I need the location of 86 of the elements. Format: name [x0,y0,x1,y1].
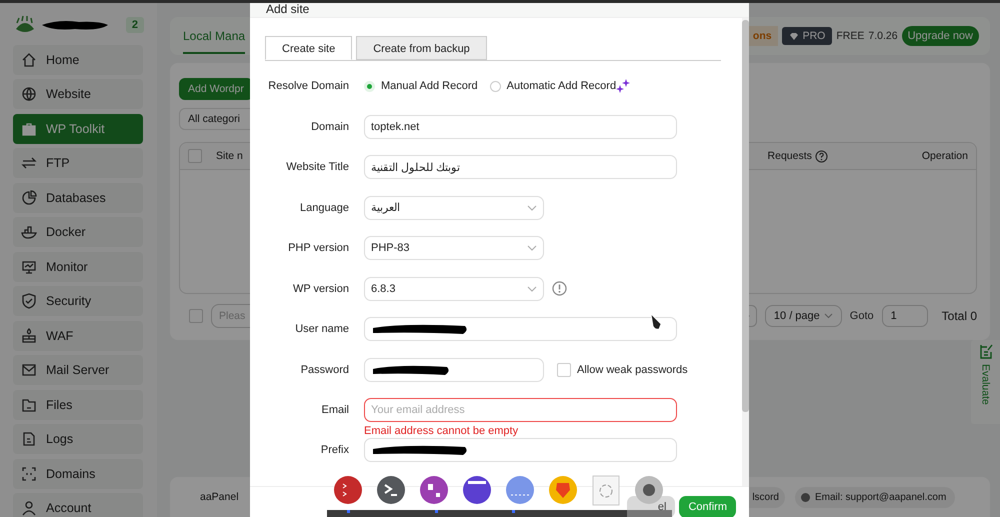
chevron-down-icon [527,286,537,292]
password-field[interactable] [364,358,544,382]
logo-icon [13,15,37,35]
firewall-icon [21,328,37,344]
tab[interactable]: Create site [265,36,352,60]
field-label: Email [320,403,349,418]
select-field[interactable]: العربية [364,196,544,220]
chevron-down-icon [527,245,537,251]
select-field[interactable]: PHP-83 [364,236,544,260]
tab[interactable]: Local Mana [183,18,246,54]
sidebar-item[interactable]: Docker [13,217,143,247]
chevron-down-icon [824,313,833,319]
total-label: Total 0 [942,309,977,323]
terminal-icon[interactable] [376,475,406,506]
column-header: Requests [768,150,812,162]
column-header: Operation [922,150,968,162]
briefcase-icon [21,120,37,136]
notification-badge: 2 [126,17,144,33]
text-field[interactable]: توبتك للحلول التقنية [364,155,677,179]
transfer-icon [21,155,37,171]
sidebar-item[interactable]: WP Toolkit [13,114,143,144]
text-field[interactable] [364,438,677,462]
evaluate-tab[interactable]: Evaluate [971,340,1000,424]
person-icon [21,500,37,516]
sidebar-item[interactable]: Databases [13,182,143,212]
field-label: User name [294,322,349,337]
sidebar-item[interactable]: WAF [13,320,143,350]
scrollbar[interactable] [742,18,749,486]
note-icon [978,344,992,359]
field-label: Language [299,200,349,216]
chevron-down-icon [527,204,537,210]
option-label[interactable]: Automatic Add Record [506,80,616,92]
sparkle-icon [616,79,630,93]
document-icon [21,431,37,447]
radio-button[interactable] [490,80,501,92]
page-input[interactable]: 1 [882,305,928,327]
field-label: Resolve Domain [267,79,349,94]
select-field[interactable]: 6.8.3 [364,276,544,300]
sidebar-item[interactable]: Logs [13,424,143,454]
diamond-icon [788,32,799,40]
field-label: PHP version [287,241,349,256]
envelope-icon [21,362,37,378]
error-message: Email address cannot be empty [364,424,520,438]
monitor-icon [21,258,37,274]
option-label[interactable]: Manual Add Record [381,80,478,92]
text-field[interactable]: toptek.net [364,114,677,138]
text-field[interactable] [364,317,677,341]
email-link[interactable]: Email: support@aapanel.com [795,486,955,508]
pointer-icon [649,313,663,331]
pro-badge[interactable]: PRO [782,27,832,45]
sidebar-item[interactable]: Monitor [13,252,143,282]
version-label: 7.0.26 [868,30,898,42]
help-icon [814,150,828,162]
checkbox[interactable] [189,309,203,323]
pie-chart-icon [21,190,37,206]
upgrade-button[interactable]: Upgrade now [902,26,979,46]
edition-label: FREE [836,30,864,42]
goto-label: Goto [850,310,874,322]
checkbox-label[interactable]: Allow weak passwords [577,364,688,376]
sidebar-item[interactable]: Mail Server [13,355,143,385]
checkbox[interactable] [188,149,202,163]
add-button[interactable]: Add Wordpr [179,78,253,100]
confirm-button[interactable]: Confirm [679,496,736,517]
column-header: Site n [216,150,243,162]
sidebar-item[interactable]: Home [13,44,143,74]
field-label: Password [300,362,349,378]
shield-icon [21,293,37,309]
scrollbar-thumb[interactable] [742,20,749,412]
sidebar-item[interactable]: FTP [13,148,143,178]
field-label: Website Title [285,160,349,175]
field-label: WP version [292,282,349,296]
sidebar-item[interactable]: Security [13,286,143,316]
sidebar-item[interactable]: Website [13,79,143,109]
checkbox[interactable] [557,362,571,376]
field-label: Prefix [320,443,349,458]
sidebar-item[interactable]: Files [13,390,143,420]
globe-icon [21,86,37,102]
tab[interactable]: Create from backup [356,36,487,60]
terminal-icon[interactable] [333,475,363,506]
dialog-header: Add site [250,3,749,18]
page-size-select[interactable]: 10 / page [764,305,842,327]
frame-icon [21,466,37,482]
sidebar-item[interactable]: Account [13,493,143,517]
home-icon [21,52,37,68]
sidebar-item[interactable]: Domains [13,458,143,488]
company-label: aaPanel [200,491,239,503]
